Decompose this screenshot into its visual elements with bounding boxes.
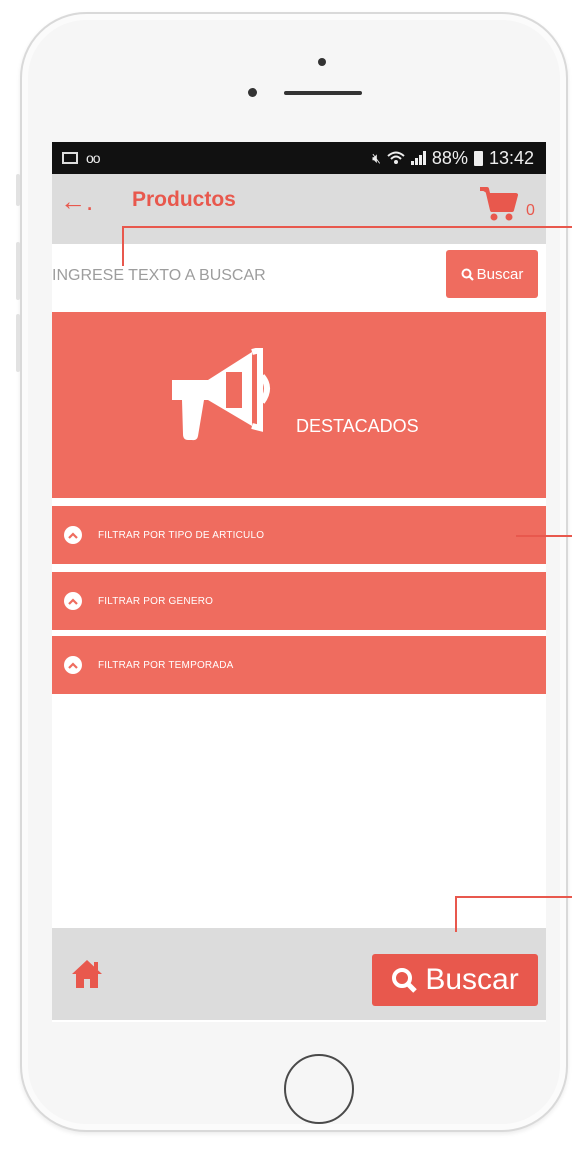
search-input[interactable] xyxy=(52,262,432,290)
featured-label: DESTACADOS xyxy=(296,416,419,436)
featured-banner[interactable]: DESTACADOS xyxy=(52,312,546,498)
chevron-up-icon xyxy=(64,592,82,610)
filter-label: FILTRAR POR GENERO xyxy=(98,595,214,607)
cart-count-badge: 0 xyxy=(526,202,535,219)
battery-icon xyxy=(473,150,483,166)
filter-season[interactable]: FILTRAR POR TEMPORADA xyxy=(52,636,546,694)
megaphone-icon xyxy=(172,348,270,441)
signal-icon xyxy=(410,151,426,165)
front-sensor xyxy=(318,58,326,66)
clock: 13:42 xyxy=(488,147,534,168)
app-bar xyxy=(52,174,546,244)
search-icon xyxy=(461,268,474,281)
search-icon xyxy=(392,968,418,993)
page-title: Productos xyxy=(132,188,236,211)
earpiece-speaker xyxy=(284,91,362,95)
filter-label: FILTRAR POR TIPO DE ARTICULO xyxy=(98,529,265,541)
app-screen: oo 🔇︎ 88% 13:42 ←. Productos 0 INGRESE T… xyxy=(52,142,546,1022)
voicemail-icon: oo xyxy=(86,150,101,166)
bottom-search-button[interactable]: Buscar xyxy=(372,954,538,1006)
filter-type[interactable]: FILTRAR POR TIPO DE ARTICULO xyxy=(52,506,546,564)
mute-switch xyxy=(16,174,20,206)
chevron-up-icon xyxy=(64,526,82,544)
callout-line-bottom xyxy=(455,896,572,898)
callout-line-search-drop xyxy=(122,226,124,266)
filter-gender[interactable]: FILTRAR POR GENERO xyxy=(52,572,546,630)
filter-label: FILTRAR POR TEMPORADA xyxy=(98,659,234,671)
bottom-search-label: Buscar xyxy=(425,963,519,996)
volume-down-button xyxy=(16,314,20,372)
volume-up-button xyxy=(16,242,20,300)
image-icon xyxy=(62,152,78,164)
front-camera xyxy=(248,88,257,97)
home-icon[interactable] xyxy=(70,958,104,990)
search-button[interactable]: Buscar xyxy=(446,250,538,298)
home-hardware-button[interactable] xyxy=(284,1054,354,1124)
search-button-label: Buscar xyxy=(476,265,524,283)
mute-icon: 🔇︎ xyxy=(372,149,381,166)
wifi-icon xyxy=(387,151,405,164)
back-button[interactable]: ←. xyxy=(60,188,93,214)
callout-line-filters xyxy=(516,535,572,537)
callout-line-search xyxy=(122,226,572,228)
cart-icon[interactable] xyxy=(478,186,518,222)
bottom-bar: Buscar xyxy=(52,928,546,1020)
status-bar: oo 🔇︎ 88% 13:42 xyxy=(52,142,546,174)
battery-percent: 88% xyxy=(431,147,468,168)
chevron-up-icon xyxy=(64,656,82,674)
callout-line-bottom-drop xyxy=(455,896,457,932)
